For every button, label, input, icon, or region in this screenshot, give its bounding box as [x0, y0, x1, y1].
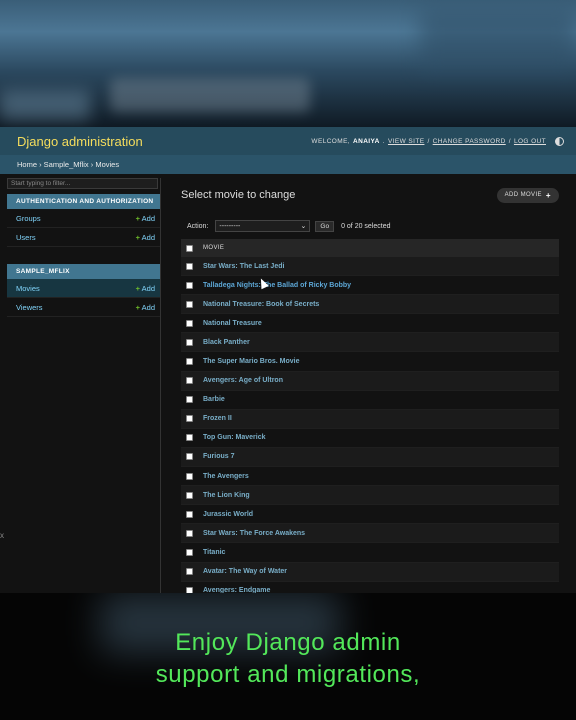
module-caption[interactable]: SAMPLE_MFLIX	[7, 264, 160, 279]
action-label: Action:	[187, 222, 209, 230]
chevron-down-icon: ⌄	[300, 223, 307, 230]
row-checkbox[interactable]	[186, 568, 193, 576]
table-row[interactable]: Jurassic World	[181, 505, 559, 525]
table-row[interactable]: Star Wars: The Last Jedi	[181, 257, 559, 277]
plus-icon: +	[135, 302, 140, 312]
movie-link[interactable]: National Treasure: Book of Secrets	[203, 301, 319, 308]
movie-link[interactable]: The Avengers	[203, 473, 249, 480]
row-checkbox[interactable]	[186, 491, 193, 499]
results-table: MOVIE Star Wars: The Last Jedi Talladega …	[181, 239, 559, 593]
row-checkbox[interactable]	[186, 319, 193, 327]
sidebar-item-movies[interactable]: Movies + Add	[7, 279, 160, 298]
row-checkbox[interactable]	[186, 529, 193, 537]
table-row[interactable]: Frozen II	[181, 409, 559, 429]
change-password-link[interactable]: CHANGE PASSWORD	[433, 138, 506, 145]
column-header-movie[interactable]: MOVIE	[203, 245, 224, 251]
add-users-link[interactable]: + Add	[136, 233, 155, 242]
add-groups-link[interactable]: + Add	[136, 214, 155, 223]
sidebar-filter-input[interactable]: Start typing to filter...	[7, 178, 158, 189]
row-checkbox[interactable]	[186, 434, 193, 442]
plus-icon: +	[545, 190, 551, 200]
django-admin-window: Django administration WELCOME, ANAIYA. V…	[0, 127, 576, 593]
row-checkbox[interactable]	[186, 548, 193, 556]
collapse-sidebar-icon[interactable]: x	[0, 531, 4, 540]
movie-link[interactable]: Avatar: The Way of Water	[203, 568, 287, 575]
logout-link[interactable]: LOG OUT	[514, 138, 546, 145]
add-movies-link[interactable]: + Add	[136, 284, 155, 293]
movie-link[interactable]: Avengers: Age of Ultron	[203, 377, 283, 384]
subtitle-line-1: Enjoy Django admin	[175, 629, 401, 656]
add-movie-button[interactable]: ADD MOVIE +	[496, 187, 559, 203]
module-caption[interactable]: AUTHENTICATION AND AUTHORIZATION	[7, 194, 160, 209]
subtitle-line-2: support and migrations,	[155, 661, 421, 688]
sidebar-item-groups[interactable]: Groups + Add	[7, 209, 160, 228]
plus-icon: +	[135, 213, 140, 223]
table-row[interactable]: Titanic	[181, 543, 559, 563]
movie-link[interactable]: Black Panther	[203, 339, 250, 346]
changelist-content: Select movie to change ADD MOVIE + Action…	[181, 178, 559, 593]
user-tools: WELCOME, ANAIYA. VIEW SITE / CHANGE PASS…	[311, 136, 564, 146]
add-viewers-link[interactable]: + Add	[136, 303, 155, 312]
table-row[interactable]: The Avengers	[181, 467, 559, 487]
row-checkbox[interactable]	[186, 281, 193, 289]
table-row[interactable]: Black Panther	[181, 333, 559, 353]
select-all-checkbox[interactable]	[186, 244, 193, 252]
row-checkbox[interactable]	[186, 510, 193, 518]
action-select[interactable]: --------- ⌄	[215, 220, 311, 232]
movie-link[interactable]: National Treasure	[203, 320, 262, 327]
sidebar-item-users[interactable]: Users + Add	[7, 228, 160, 247]
movie-link[interactable]: Titanic	[203, 549, 225, 556]
row-checkbox[interactable]	[186, 472, 193, 480]
blurred-background-top	[0, 0, 576, 127]
table-row[interactable]: Top Gun: Maverick	[181, 428, 559, 448]
table-row[interactable]: Avengers: Age of Ultron	[181, 371, 559, 391]
table-row[interactable]: Barbie	[181, 390, 559, 410]
row-checkbox[interactable]	[186, 338, 193, 346]
table-row[interactable]: National Treasure: Book of Secrets	[181, 295, 559, 315]
movie-link[interactable]: Jurassic World	[203, 511, 253, 518]
table-row[interactable]: National Treasure	[181, 314, 559, 334]
row-checkbox[interactable]	[186, 396, 193, 404]
table-row[interactable]: Furious 7	[181, 447, 559, 468]
movie-link[interactable]: Star Wars: The Force Awakens	[203, 530, 305, 537]
row-checkbox[interactable]	[186, 453, 193, 461]
row-checkbox[interactable]	[186, 415, 193, 423]
page-title: Select movie to change	[181, 189, 296, 201]
row-checkbox[interactable]	[186, 300, 193, 308]
theme-toggle-icon[interactable]	[555, 136, 564, 146]
table-row[interactable]: The Super Mario Bros. Movie	[181, 352, 559, 372]
sidebar-item-viewers[interactable]: Viewers + Add	[7, 298, 160, 317]
row-checkbox[interactable]	[186, 262, 193, 270]
row-checkbox[interactable]	[186, 358, 193, 366]
movie-link[interactable]: The Super Mario Bros. Movie	[203, 358, 299, 365]
username: ANAIYA	[353, 137, 380, 145]
table-row[interactable]: Avatar: The Way of Water	[181, 562, 559, 582]
movie-link[interactable]: Furious 7	[203, 453, 235, 460]
nav-sidebar: Start typing to filter... AUTHENTICATION…	[7, 178, 161, 593]
movie-link[interactable]: Talladega Nights: The Ballad of Ricky Bo…	[203, 282, 351, 289]
row-checkbox[interactable]	[186, 377, 193, 385]
module-auth: AUTHENTICATION AND AUTHORIZATION Groups …	[7, 194, 160, 247]
table-body: Star Wars: The Last Jedi Talladega Nights…	[181, 257, 559, 593]
movie-link[interactable]: Star Wars: The Last Jedi	[203, 263, 284, 270]
movie-link[interactable]: Top Gun: Maverick	[203, 434, 266, 441]
movie-link[interactable]: Barbie	[203, 396, 225, 403]
table-row[interactable]: Star Wars: The Force Awakens	[181, 524, 559, 544]
movie-link[interactable]: The Lion King	[203, 492, 250, 499]
view-site-link[interactable]: VIEW SITE	[388, 138, 424, 145]
table-row[interactable]: Talladega Nights: The Ballad of Ricky Bo…	[181, 276, 559, 296]
site-brand[interactable]: Django administration	[17, 134, 143, 149]
breadcrumb[interactable]: Home › Sample_Mflix › Movies	[0, 155, 576, 174]
movie-link[interactable]: Frozen II	[203, 415, 232, 422]
plus-icon: +	[135, 232, 140, 242]
module-sample-mflix: SAMPLE_MFLIX Movies + Add Viewers + Add	[7, 264, 160, 317]
go-button[interactable]: Go	[315, 220, 335, 232]
selection-counter: 0 of 20 selected	[341, 222, 391, 230]
table-row[interactable]: Avengers: Endgame	[181, 581, 559, 593]
table-header: MOVIE	[181, 239, 559, 257]
admin-header: Django administration WELCOME, ANAIYA. V…	[0, 127, 576, 155]
plus-icon: +	[135, 283, 140, 293]
actions-bar: Action: --------- ⌄ Go 0 of 20 selected	[181, 218, 559, 234]
table-row[interactable]: The Lion King	[181, 486, 559, 506]
